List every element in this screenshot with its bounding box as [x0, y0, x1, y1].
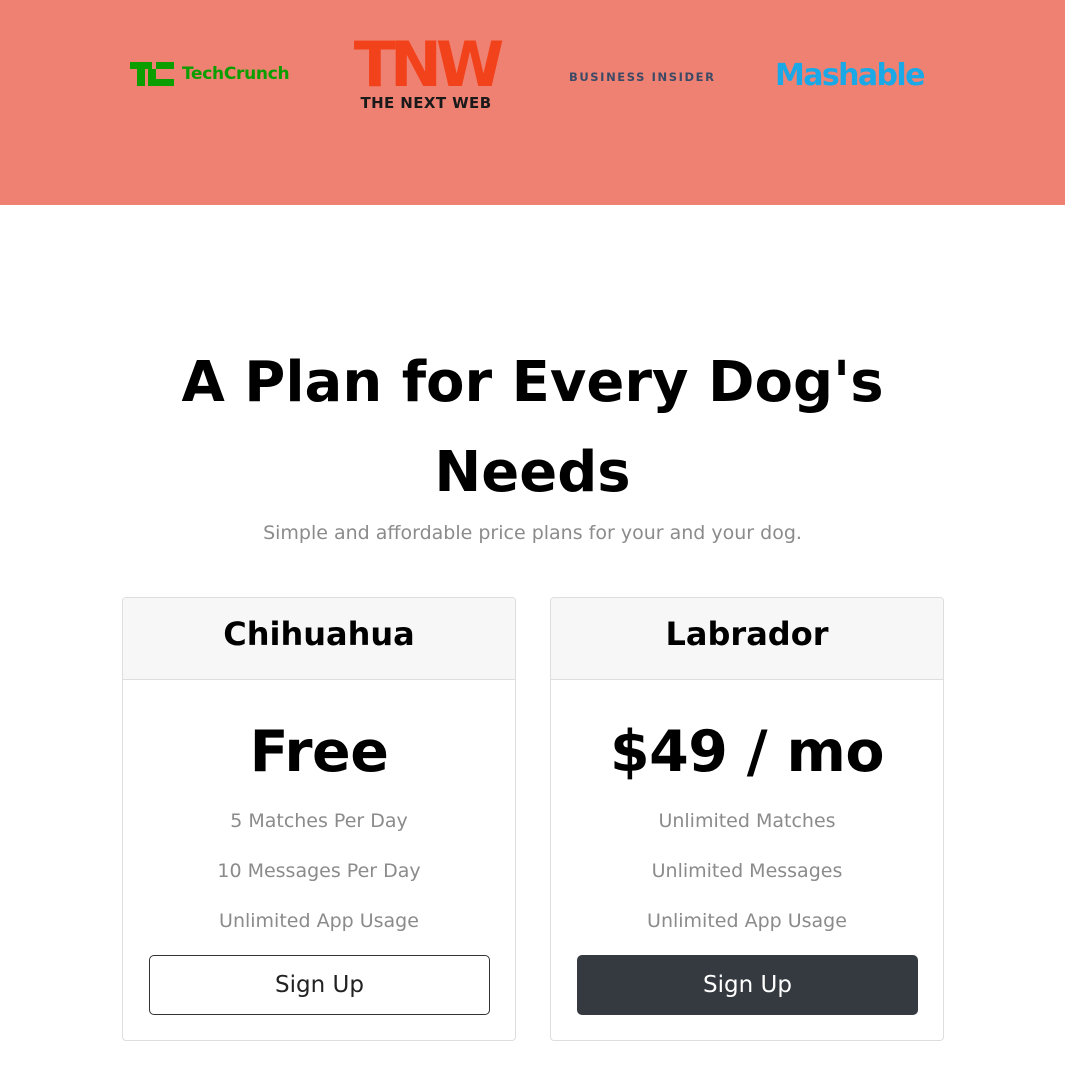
- pricing-subtitle: Simple and affordable price plans for yo…: [263, 522, 802, 544]
- plan-features: 5 Matches Per Day 10 Messages Per Day Un…: [123, 806, 515, 956]
- plan-features: Unlimited Matches Unlimited Messages Unl…: [551, 806, 943, 956]
- plan-feature: Unlimited App Usage: [219, 910, 419, 932]
- plan-feature: 5 Matches Per Day: [230, 810, 408, 832]
- plan-price: $49 / mo: [609, 719, 885, 785]
- business-insider-logo: BUSINESS INSIDER: [569, 70, 716, 84]
- tnw-letters: TNW: [353, 28, 505, 101]
- techcrunch-mark-icon: [130, 62, 174, 86]
- techcrunch-logo: TechCrunch: [130, 62, 290, 86]
- press-bar: TechCrunch TNW THE NEXT WEB BUSINESS INS…: [0, 0, 1065, 205]
- plan-feature: Unlimited Messages: [651, 860, 843, 882]
- techcrunch-wordmark: TechCrunch: [182, 64, 290, 84]
- plan-name: Chihuahua: [123, 598, 515, 680]
- tnw-subtitle: THE NEXT WEB: [360, 94, 492, 112]
- plan-name: Labrador: [551, 598, 943, 680]
- plan-card-chihuahua: Chihuahua Free 5 Matches Per Day 10 Mess…: [122, 597, 516, 1041]
- plan-feature: Unlimited App Usage: [647, 910, 847, 932]
- pricing-title: A Plan for Every Dog's Needs: [181, 350, 884, 505]
- tnw-logo: TNW THE NEXT WEB: [344, 34, 508, 114]
- plan-price: Free: [249, 719, 389, 785]
- mashable-logo: Mashable: [775, 58, 925, 93]
- plan-feature: 10 Messages Per Day: [217, 860, 421, 882]
- plan-feature: Unlimited Matches: [658, 810, 836, 832]
- plan-card-labrador: Labrador $49 / mo Unlimited Matches Unli…: [550, 597, 944, 1041]
- sign-up-button-labrador[interactable]: Sign Up: [577, 955, 918, 1015]
- sign-up-button-chihuahua[interactable]: Sign Up: [149, 955, 490, 1015]
